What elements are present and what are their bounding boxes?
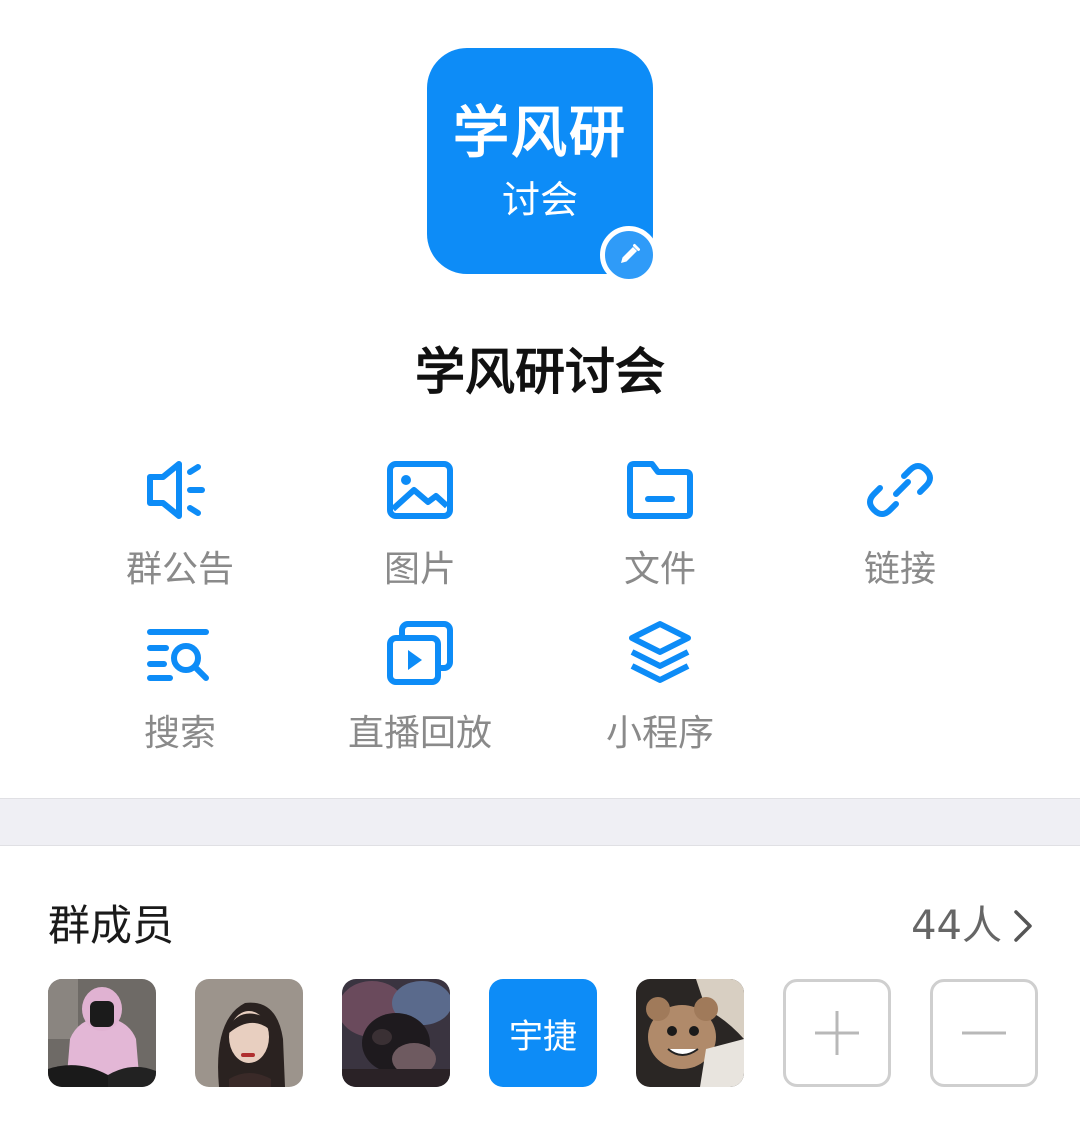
member-avatar-2[interactable] <box>195 979 303 1087</box>
member-avatar-1[interactable] <box>48 979 156 1087</box>
func-label: 图片 <box>383 549 456 590</box>
func-label: 群公告 <box>125 549 234 590</box>
group-info-panel: 学风研 讨会 学风研讨会 群公告 图片 文件 链接 搜索 直播回放 小程序 <box>0 0 1080 798</box>
func-announcement[interactable]: 群公告 <box>60 454 300 594</box>
func-label: 链接 <box>863 549 936 590</box>
link-icon <box>867 463 933 517</box>
members-count[interactable]: 44人 <box>911 900 1002 952</box>
func-label: 文件 <box>623 549 696 590</box>
func-images[interactable]: 图片 <box>300 454 540 594</box>
group-name[interactable]: 学风研讨会 <box>0 340 1080 404</box>
remove-member-button[interactable] <box>930 979 1038 1087</box>
image-icon <box>387 461 453 519</box>
search-list-icon <box>147 629 209 681</box>
func-live-replay[interactable]: 直播回放 <box>300 618 540 758</box>
add-member-button[interactable] <box>783 979 891 1087</box>
func-label: 小程序 <box>605 713 714 754</box>
member-avatar-4[interactable]: 宇捷 <box>489 979 597 1087</box>
pencil-icon <box>621 244 640 263</box>
member-avatar-2-photo <box>195 979 303 1087</box>
func-search[interactable]: 搜索 <box>60 618 300 758</box>
plus-icon <box>815 1011 859 1055</box>
edit-avatar-button[interactable] <box>600 226 658 284</box>
group-avatar-line2: 讨会 <box>501 178 578 222</box>
layers-icon <box>629 621 691 683</box>
group-avatar-line1: 学风研 <box>453 101 627 166</box>
member-avatar-3-photo <box>342 979 450 1087</box>
func-links[interactable]: 链接 <box>780 454 1020 594</box>
func-files[interactable]: 文件 <box>540 454 780 594</box>
announcement-icon <box>147 461 205 519</box>
members-title[interactable]: 群成员 <box>48 898 174 954</box>
minus-icon <box>962 1031 1006 1035</box>
section-divider <box>0 798 1080 846</box>
folder-icon <box>627 461 693 519</box>
member-avatar-5[interactable] <box>636 979 744 1087</box>
member-avatar-5-photo <box>636 979 744 1087</box>
func-mini-program[interactable]: 小程序 <box>540 618 780 758</box>
func-label: 直播回放 <box>347 713 492 754</box>
func-label: 搜索 <box>143 713 216 754</box>
video-playback-icon <box>387 621 453 685</box>
member-avatar-1-photo <box>48 979 156 1087</box>
chevron-right-icon[interactable] <box>1012 906 1034 946</box>
member-avatar-3[interactable] <box>342 979 450 1087</box>
